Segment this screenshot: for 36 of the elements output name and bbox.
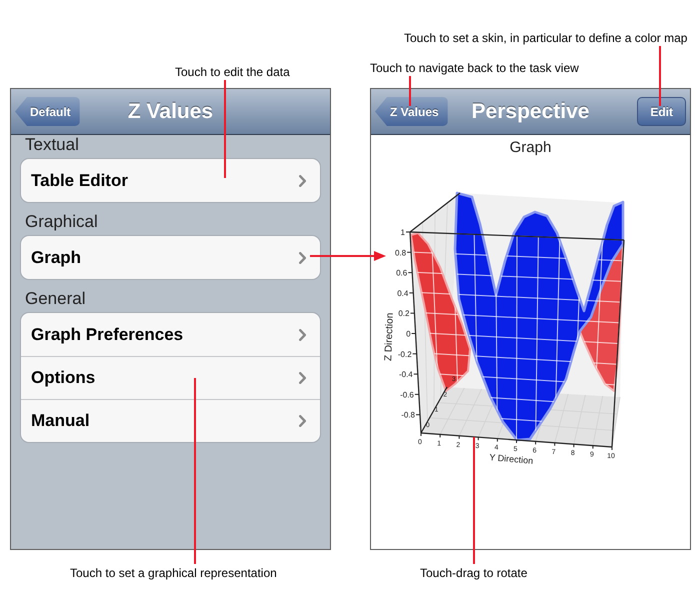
edit-button[interactable]: Edit: [637, 97, 686, 126]
chevron-icon: [299, 252, 306, 264]
axis-tick-label: 0.8: [394, 248, 406, 258]
axis-title: Z Direction: [383, 312, 396, 362]
axis-tick-label: -0.6: [400, 390, 414, 400]
list-row[interactable]: Graph Preferences: [21, 313, 320, 356]
callout-text: Touch to set a graphical representation: [70, 566, 277, 580]
callout-text: Touch to set a skin, in particular to define a color map: [404, 31, 688, 45]
graph-title: Graph: [510, 139, 552, 157]
chevron-icon: [299, 415, 306, 427]
callout-text: Touch to navigate back to the task view: [370, 61, 579, 75]
section-header: General: [24, 289, 86, 309]
callout-text: Touch to edit the data: [175, 65, 290, 79]
axis-tick-label: -0.4: [398, 370, 413, 380]
back-button[interactable]: Default: [15, 97, 80, 126]
list-row[interactable]: Table Editor: [21, 159, 320, 202]
axis-tick-label: -0.8: [401, 410, 415, 420]
axis-tick-label: 0.2: [398, 309, 410, 318]
back-button[interactable]: Z Values: [375, 97, 448, 126]
navigation-title: Z Values: [128, 98, 214, 125]
leader-line: [659, 46, 661, 106]
axis-tick-label: 1: [400, 228, 405, 237]
axis-tick-label: 0.6: [396, 268, 408, 278]
axis-tick-label: -0.2: [398, 350, 412, 359]
callout-text: Touch-drag to rotate: [420, 566, 528, 580]
axis-tick-label: 0: [406, 330, 411, 338]
list-row[interactable]: Graph: [21, 236, 320, 279]
leader-line: [409, 76, 411, 106]
chevron-icon: [299, 174, 306, 186]
axis-title: Y Direction: [488, 452, 534, 466]
chevron-icon: [299, 372, 306, 384]
navigation-title: Perspective: [472, 98, 590, 125]
section-header: Textual: [24, 135, 80, 155]
section-header: Graphical: [24, 212, 99, 232]
axis-tick-label: 0.4: [397, 288, 408, 298]
chevron-icon: [299, 328, 306, 340]
